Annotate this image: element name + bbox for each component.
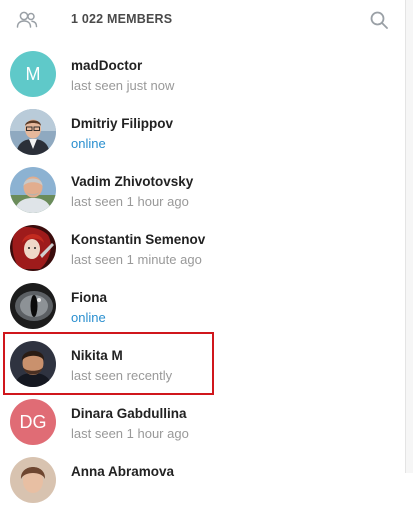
avatar-initials: M: [25, 63, 41, 84]
member-row[interactable]: Vadim Zhivotovsky last seen 1 hour ago: [0, 161, 405, 219]
member-name: Dinara Gabdullina: [71, 406, 187, 421]
avatar: M: [10, 51, 56, 97]
member-name: Vadim Zhivotovsky: [71, 174, 194, 189]
avatar: [10, 109, 56, 155]
member-row[interactable]: Anna Abramova: [0, 451, 405, 509]
avatar: [10, 225, 56, 271]
member-name: Dmitriy Filippov: [71, 116, 174, 131]
member-name: Konstantin Semenov: [71, 232, 206, 247]
member-status: last seen 1 minute ago: [71, 252, 202, 267]
member-row[interactable]: M madDoctor last seen just now: [0, 45, 405, 103]
member-row[interactable]: DG Dinara Gabdullina last seen 1 hour ag…: [0, 393, 405, 451]
scrollbar-track[interactable]: [406, 0, 413, 473]
avatar: [10, 341, 56, 387]
member-row[interactable]: Dmitriy Filippov online: [0, 103, 405, 161]
member-name: madDoctor: [71, 58, 143, 73]
member-name: Anna Abramova: [71, 464, 175, 479]
member-name: Nikita M: [71, 348, 123, 363]
members-count: 1 022 MEMBERS: [71, 12, 173, 26]
member-row[interactable]: Fiona online: [0, 277, 405, 335]
member-status: online: [71, 136, 106, 151]
member-row[interactable]: Nikita M last seen recently: [0, 335, 405, 393]
avatar-initials: DG: [19, 411, 47, 432]
people-icon[interactable]: [16, 10, 38, 30]
member-row[interactable]: Konstantin Semenov last seen 1 minute ag…: [0, 219, 405, 277]
member-status: last seen 1 hour ago: [71, 194, 189, 209]
member-list: M madDoctor last seen just now Dmitriy F…: [0, 45, 405, 509]
avatar: [10, 457, 56, 503]
members-header: 1 022 MEMBERS: [0, 0, 405, 40]
search-icon[interactable]: [369, 10, 389, 30]
avatar: [10, 283, 56, 329]
member-status: last seen just now: [71, 78, 175, 93]
member-status: last seen 1 hour ago: [71, 426, 189, 441]
member-status: online: [71, 310, 106, 325]
member-status: last seen recently: [71, 368, 173, 383]
members-panel: 1 022 MEMBERS M madDoctor last seen just…: [0, 0, 405, 503]
avatar: DG: [10, 399, 56, 445]
member-name: Fiona: [71, 290, 107, 305]
avatar: [10, 167, 56, 213]
